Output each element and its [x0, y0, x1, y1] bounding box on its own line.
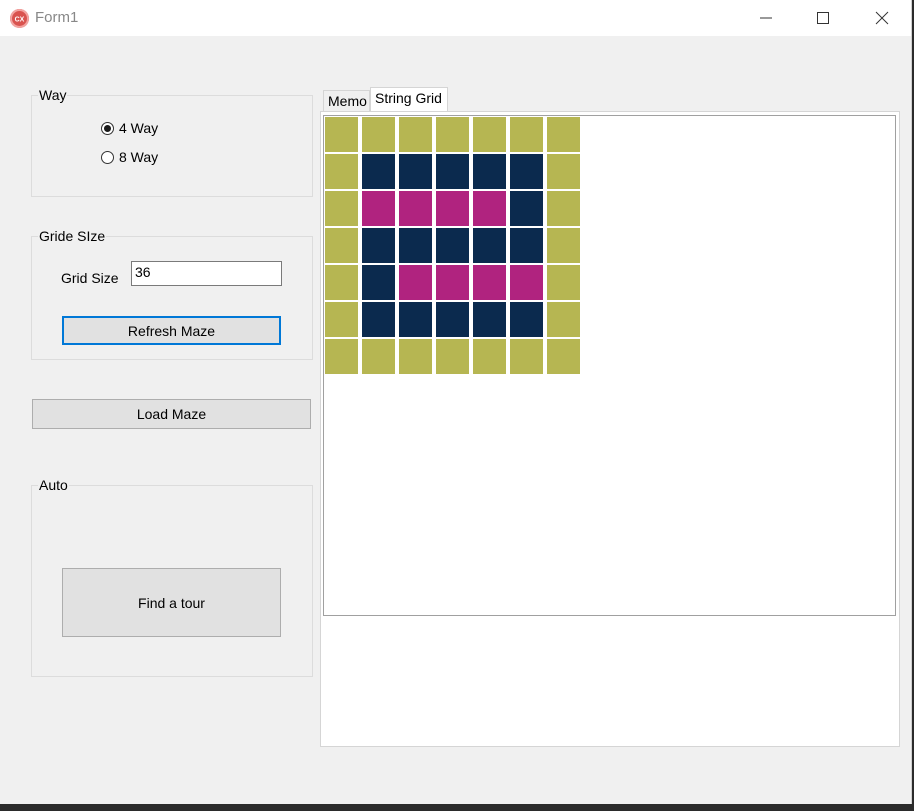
maze-cell-wall[interactable]	[325, 117, 358, 152]
maze-cell-path[interactable]	[473, 302, 506, 337]
maze-cell-wall[interactable]	[547, 339, 580, 374]
refresh-maze-button[interactable]: Refresh Maze	[62, 316, 281, 345]
maze-cell-visited[interactable]	[399, 265, 432, 300]
maze-cell-wall[interactable]	[547, 302, 580, 337]
maze-cell-path[interactable]	[510, 191, 543, 226]
grid-size-group: Gride SIze Grid Size 36 Refresh Maze	[31, 228, 313, 360]
grid-size-label: Grid Size	[61, 270, 119, 286]
svg-text:CX: CX	[15, 17, 25, 24]
app-icon: CX	[10, 9, 29, 28]
maze-cell-path[interactable]	[362, 265, 395, 300]
title-bar: CX Form1	[0, 0, 911, 36]
maze-cell-wall[interactable]	[325, 191, 358, 226]
load-maze-button[interactable]: Load Maze	[32, 399, 311, 429]
maze-cell-visited[interactable]	[436, 191, 469, 226]
maze-cell-wall[interactable]	[436, 117, 469, 152]
maze-cell-wall[interactable]	[362, 117, 395, 152]
minimize-button[interactable]	[737, 0, 795, 36]
maximize-button[interactable]	[795, 0, 853, 36]
maze-cell-path[interactable]	[510, 228, 543, 263]
maze-cell-visited[interactable]	[399, 191, 432, 226]
maze-cell-visited[interactable]	[362, 191, 395, 226]
way-group-label: Way	[38, 87, 68, 103]
maze-cell-path[interactable]	[473, 154, 506, 189]
maze-cell-path[interactable]	[399, 302, 432, 337]
maze-cell-path[interactable]	[362, 302, 395, 337]
radio-circle	[101, 150, 114, 164]
maze-cell-wall[interactable]	[547, 154, 580, 189]
maze-cell-wall[interactable]	[325, 228, 358, 263]
maze-cell-wall[interactable]	[510, 117, 543, 152]
way-group: Way 4 Way 8 Way	[31, 87, 313, 197]
maze-cell-path[interactable]	[436, 228, 469, 263]
maze-cell-wall[interactable]	[362, 339, 395, 374]
maze-cell-wall[interactable]	[547, 117, 580, 152]
minimize-icon	[760, 17, 772, 19]
maze-cell-wall[interactable]	[325, 265, 358, 300]
grid-size-group-label: Gride SIze	[38, 228, 107, 244]
close-button[interactable]	[853, 0, 911, 36]
maze-cell-wall[interactable]	[436, 339, 469, 374]
maze-cell-path[interactable]	[510, 302, 543, 337]
maze-cell-wall[interactable]	[325, 154, 358, 189]
maze-cell-visited[interactable]	[510, 265, 543, 300]
maze-cell-wall[interactable]	[399, 339, 432, 374]
string-grid[interactable]	[323, 115, 896, 616]
maze-cell-wall[interactable]	[547, 265, 580, 300]
maze-cell-path[interactable]	[399, 228, 432, 263]
maximize-icon	[817, 12, 829, 24]
maze-cell-wall[interactable]	[547, 191, 580, 226]
radio-8-way[interactable]: 8 Way	[101, 149, 158, 165]
maze-cell-visited[interactable]	[473, 265, 506, 300]
radio-label: 8 Way	[119, 149, 159, 165]
maze-cell-path[interactable]	[362, 228, 395, 263]
maze-cell-wall[interactable]	[325, 302, 358, 337]
app-window: CX Form1 Way 4 Way 8 Way Gride SIze Grid…	[0, 0, 912, 804]
maze-cell-wall[interactable]	[399, 117, 432, 152]
maze-cell-path[interactable]	[510, 154, 543, 189]
maze-cell-wall[interactable]	[510, 339, 543, 374]
radio-circle	[101, 121, 114, 135]
auto-group-label: Auto	[38, 477, 69, 493]
radio-label: 4 Way	[119, 120, 159, 136]
tab-memo[interactable]: Memo	[323, 90, 370, 112]
maze-cell-path[interactable]	[473, 228, 506, 263]
maze-cell-path[interactable]	[399, 154, 432, 189]
maze-cell-visited[interactable]	[436, 265, 469, 300]
maze-cell-wall[interactable]	[473, 339, 506, 374]
maze-cell-visited[interactable]	[473, 191, 506, 226]
radio-4-way[interactable]: 4 Way	[101, 120, 158, 136]
maze-cell-path[interactable]	[362, 154, 395, 189]
maze-cell-path[interactable]	[436, 302, 469, 337]
grid-size-input[interactable]: 36	[131, 261, 282, 286]
maze-cell-path[interactable]	[436, 154, 469, 189]
auto-group: Auto Find a tour	[31, 477, 313, 677]
tab-string-grid[interactable]: String Grid	[370, 87, 448, 112]
close-icon	[875, 11, 889, 25]
maze-cell-wall[interactable]	[547, 228, 580, 263]
find-tour-button[interactable]: Find a tour	[62, 568, 281, 637]
maze-cell-wall[interactable]	[473, 117, 506, 152]
maze-cell-wall[interactable]	[325, 339, 358, 374]
window-title: Form1	[35, 9, 79, 26]
